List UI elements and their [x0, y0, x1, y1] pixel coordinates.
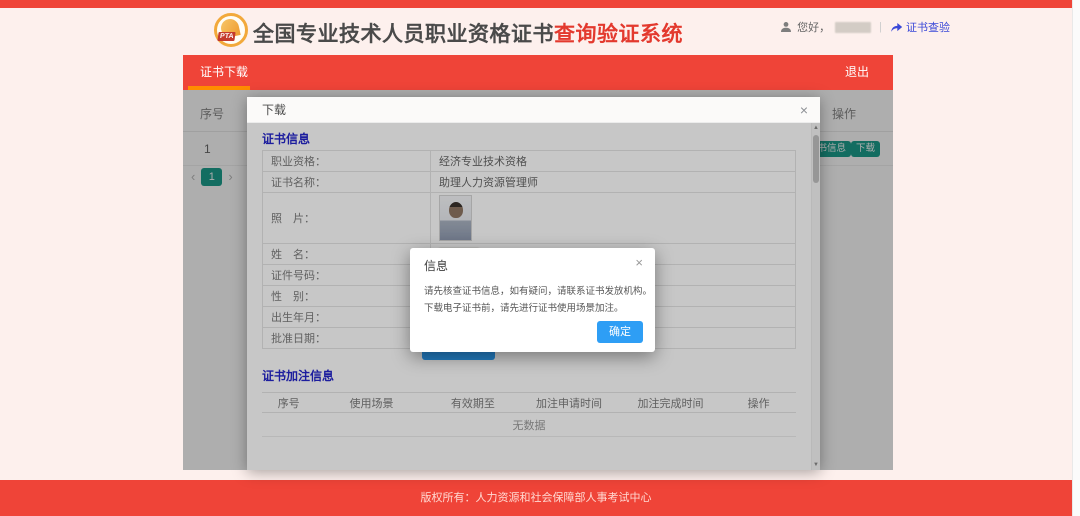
download-modal-close-icon[interactable]: ×	[800, 97, 808, 123]
pta-logo: PTA	[214, 13, 248, 47]
page-title: 全国专业技术人员职业资格证书查询验证系统	[253, 18, 683, 48]
download-modal-title: 下载	[262, 97, 286, 123]
info-modal: 信息 × 请先核查证书信息，如有疑问，请联系证书发放机构。 下载电子证书前，请先…	[410, 248, 655, 352]
info-modal-title: 信息	[424, 257, 448, 274]
ok-button[interactable]: 确定	[597, 321, 643, 343]
info-modal-message: 请先核查证书信息，如有疑问，请联系证书发放机构。 下载电子证书前，请先进行证书使…	[424, 283, 652, 317]
share-arrow-icon	[890, 21, 903, 33]
message-line-2: 下载电子证书前，请先进行证书使用场景加注。	[424, 300, 652, 317]
user-icon	[780, 21, 792, 33]
header-user-area: 您好， | 证书查验	[780, 19, 950, 35]
cert-verify-label: 证书查验	[906, 19, 950, 35]
logout-button[interactable]: 退出	[845, 55, 869, 90]
logo-text: PTA	[217, 32, 236, 41]
cert-verify-link[interactable]: 证书查验	[890, 19, 950, 35]
info-modal-close-icon[interactable]: ×	[635, 255, 643, 270]
header-separator: |	[879, 21, 882, 33]
page-title-accent: 查询验证系统	[554, 23, 683, 46]
footer: 版权所有：人力资源和社会保障部人事考试中心	[0, 480, 1072, 516]
copyright-text: 版权所有：人力资源和社会保障部人事考试中心	[421, 492, 652, 504]
redacted-username	[835, 22, 871, 33]
tab-cert-download[interactable]: 证书下载	[200, 55, 248, 90]
download-modal-titlebar: 下载 ×	[247, 97, 820, 123]
main-nav: 证书下载 退出	[183, 55, 893, 90]
top-accent-bar	[0, 0, 1072, 8]
browser-scrollbar[interactable]	[1072, 0, 1080, 516]
message-line-1: 请先核查证书信息，如有疑问，请联系证书发放机构。	[424, 283, 652, 300]
greeting-text: 您好，	[797, 19, 830, 35]
page-title-main: 全国专业技术人员职业资格证书	[253, 23, 554, 46]
